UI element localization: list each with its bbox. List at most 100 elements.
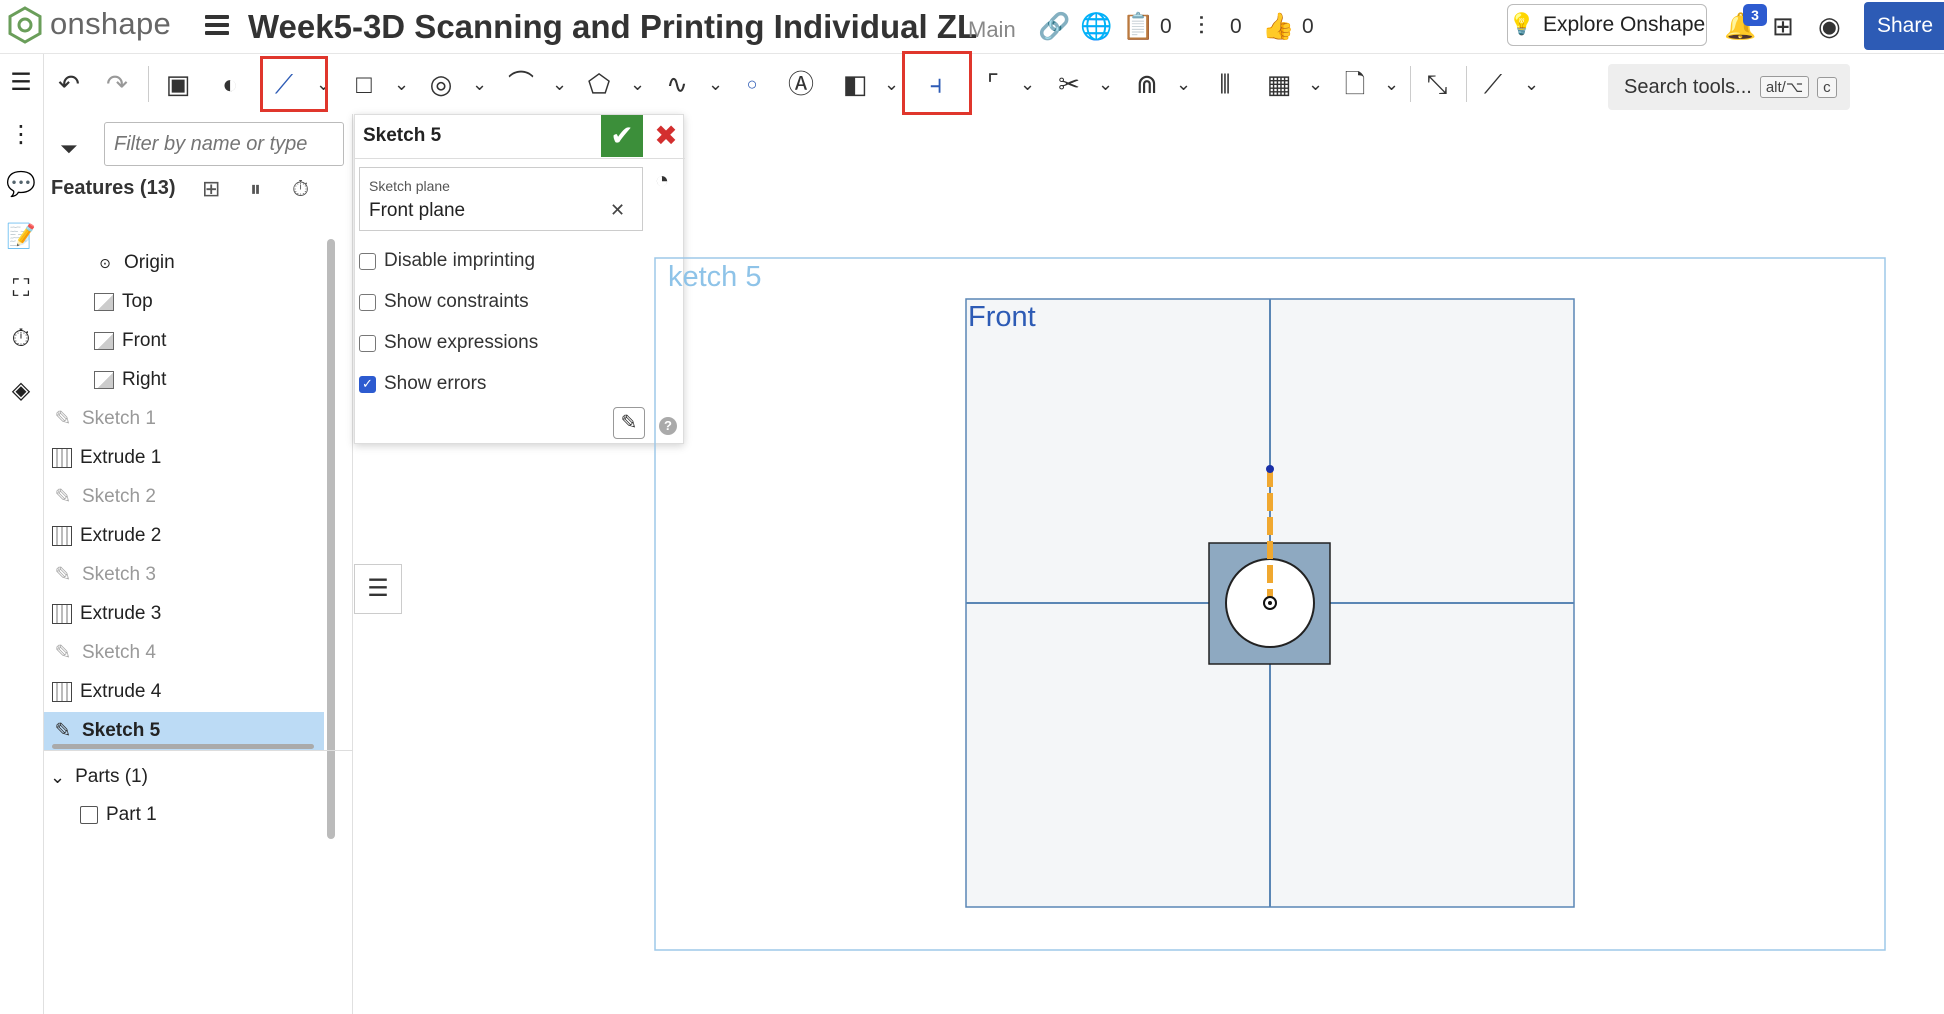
spline-tool-icon[interactable]: ∿ xyxy=(660,64,694,104)
filter-input[interactable] xyxy=(104,122,344,166)
toolbar-divider xyxy=(1410,66,1411,102)
parts-header[interactable]: ⌄ Parts (1) xyxy=(50,758,148,796)
branches-icon[interactable]: ⫶ xyxy=(1198,12,1205,40)
line-endpoint[interactable] xyxy=(1266,465,1274,473)
chevron-down-icon[interactable]: ⌄ xyxy=(708,64,723,104)
feature-list-icon[interactable]: ☰ xyxy=(4,66,38,100)
chevron-down-icon[interactable]: ⌄ xyxy=(472,64,487,104)
like-icon[interactable]: 👍 xyxy=(1262,12,1294,40)
sketch-list-icon[interactable]: ☰ xyxy=(354,564,402,614)
feature-item[interactable]: ✎ Sketch 4 xyxy=(44,634,324,672)
feature-tree-horizontal-scrollbar[interactable] xyxy=(52,744,314,749)
insert-part-icon[interactable]: ⋮ xyxy=(4,118,38,152)
comments-icon[interactable]: 💬 xyxy=(4,168,38,202)
feature-item-label: Sketch 1 xyxy=(82,408,156,429)
chevron-down-icon[interactable]: ⌄ xyxy=(552,64,567,104)
versions-icon[interactable]: 📋 xyxy=(1122,12,1154,40)
feature-item[interactable]: ✎ Sketch 2 xyxy=(44,478,324,516)
sketch-tool-icon[interactable]: ◐ xyxy=(212,64,248,104)
chevron-down-icon[interactable]: ⌄ xyxy=(1020,64,1035,104)
dxf-import-icon[interactable]: 🗋 xyxy=(1338,64,1372,104)
onshape-logo-icon[interactable] xyxy=(6,6,44,44)
feature-item[interactable]: Extrude 4 xyxy=(44,673,324,711)
explore-onshape-button[interactable]: 💡 Explore Onshape xyxy=(1507,4,1707,46)
feature-item[interactable]: ✎ Sketch 1 xyxy=(44,400,324,438)
use-tool-icon[interactable]: ◧ xyxy=(838,64,872,104)
render-studio-icon[interactable]: ◈ xyxy=(4,374,38,408)
feature-item[interactable]: ⊙ Origin xyxy=(86,244,324,282)
share-button[interactable]: Share xyxy=(1864,2,1944,50)
branch-name[interactable]: Main xyxy=(968,17,1016,43)
feature-item-label: Sketch 2 xyxy=(82,486,156,507)
sketch-icon: ✎ xyxy=(54,486,72,508)
feature-item[interactable]: Extrude 3 xyxy=(44,595,324,633)
timer-icon[interactable]: ⏱ xyxy=(4,322,38,356)
notification-badge: 3 xyxy=(1743,4,1767,26)
link-icon[interactable]: 🔗 xyxy=(1038,12,1070,40)
fillet-tool-icon[interactable]: ⌜ xyxy=(976,64,1010,104)
document-title[interactable]: Week5-3D Scanning and Printing Individua… xyxy=(248,8,977,46)
dimension-tool-icon[interactable]: ⤡ xyxy=(1420,64,1454,104)
feature-item[interactable]: Extrude 2 xyxy=(44,517,324,555)
hamburger-menu-icon[interactable] xyxy=(205,15,229,37)
chevron-down-icon[interactable]: ⌄ xyxy=(1384,64,1399,104)
app-store-icon[interactable]: ⊞ xyxy=(1772,12,1794,40)
feature-item[interactable]: Top xyxy=(86,283,324,321)
redo-icon[interactable]: ↷ xyxy=(100,64,134,104)
part-item[interactable]: Part 1 xyxy=(80,796,157,834)
offset-tool-icon[interactable]: ⋒ xyxy=(1130,64,1164,104)
chevron-down-icon[interactable]: ⌄ xyxy=(1176,64,1191,104)
feature-item-label: Origin xyxy=(124,252,175,273)
feature-item[interactable]: Right xyxy=(86,361,324,399)
parts-divider xyxy=(44,750,353,751)
rectangle-tool-icon[interactable]: □ xyxy=(348,64,380,104)
polygon-tool-icon[interactable]: ⬠ xyxy=(582,64,616,104)
trim-tool-icon[interactable]: ✂ xyxy=(1052,64,1086,104)
feature-item[interactable]: Extrude 1 xyxy=(44,439,324,477)
text-tool-icon[interactable]: Ⓐ xyxy=(784,64,818,104)
arc-tool-icon[interactable]: ⌒ xyxy=(504,64,538,104)
notes-icon[interactable]: 📝 xyxy=(4,220,38,254)
shortcut-key: c xyxy=(1817,76,1837,98)
mirror-tool-icon[interactable]: ⫴ xyxy=(1208,64,1242,104)
point-tool-icon[interactable]: ○ xyxy=(738,64,766,104)
chevron-down-icon[interactable]: ⌄ xyxy=(1098,64,1113,104)
chevron-down-icon[interactable]: ⌄ xyxy=(884,64,899,104)
extrude-icon xyxy=(52,448,72,468)
feature-item[interactable]: ✎ Sketch 3 xyxy=(44,556,324,594)
filter-icon[interactable]: ⏷ xyxy=(60,136,78,162)
add-folder-icon[interactable]: ⊞ xyxy=(202,176,220,202)
pause-icon[interactable]: ⏸ xyxy=(250,176,261,202)
pattern-tool-icon[interactable]: ▦ xyxy=(1262,64,1296,104)
feature-item-label: Sketch 4 xyxy=(82,642,156,663)
undo-icon[interactable]: ↶ xyxy=(52,64,86,104)
lightbulb-icon: 💡 xyxy=(1508,13,1535,36)
features-header[interactable]: Features (13) xyxy=(51,177,176,200)
rollback-timer-icon[interactable]: ⏱ xyxy=(292,176,309,202)
plane-icon xyxy=(94,332,114,350)
globe-icon[interactable]: 🌐 xyxy=(1080,12,1112,40)
chevron-down-icon[interactable]: ⌄ xyxy=(630,64,645,104)
chevron-down-icon[interactable]: ⌄ xyxy=(1524,64,1539,104)
brand-name[interactable]: onshape xyxy=(50,6,171,42)
feature-item-label: Extrude 2 xyxy=(80,525,162,546)
feature-tool-icon[interactable]: ▣ xyxy=(160,64,196,104)
circle-tool-icon[interactable]: ◎ xyxy=(424,64,458,104)
chevron-down-icon[interactable]: ⌄ xyxy=(394,64,409,104)
sketch-icon: ✎ xyxy=(54,720,72,742)
part-label: Part 1 xyxy=(106,804,157,825)
top-bar: onshape Week5-3D Scanning and Printing I… xyxy=(0,0,1944,54)
graphics-viewport[interactable]: ketch 5 Front xyxy=(354,114,1944,1014)
extrude-icon xyxy=(52,526,72,546)
construction-tool-icon[interactable]: ⟋ xyxy=(1476,64,1510,104)
feature-item-label: Extrude 1 xyxy=(80,447,162,468)
chevron-down-icon[interactable]: ⌄ xyxy=(1308,64,1323,104)
feature-tree-scrollbar[interactable] xyxy=(327,239,335,839)
extrude-icon xyxy=(52,604,72,624)
versions-count: 0 xyxy=(1160,15,1172,38)
feature-item[interactable]: Front xyxy=(86,322,324,360)
sketch-icon: ✎ xyxy=(54,408,72,430)
mass-properties-icon[interactable]: ⛶ xyxy=(4,272,38,306)
search-tools-button[interactable]: Search tools... alt/⌥ c xyxy=(1608,64,1850,110)
learning-center-icon[interactable]: ◉ xyxy=(1818,12,1841,40)
